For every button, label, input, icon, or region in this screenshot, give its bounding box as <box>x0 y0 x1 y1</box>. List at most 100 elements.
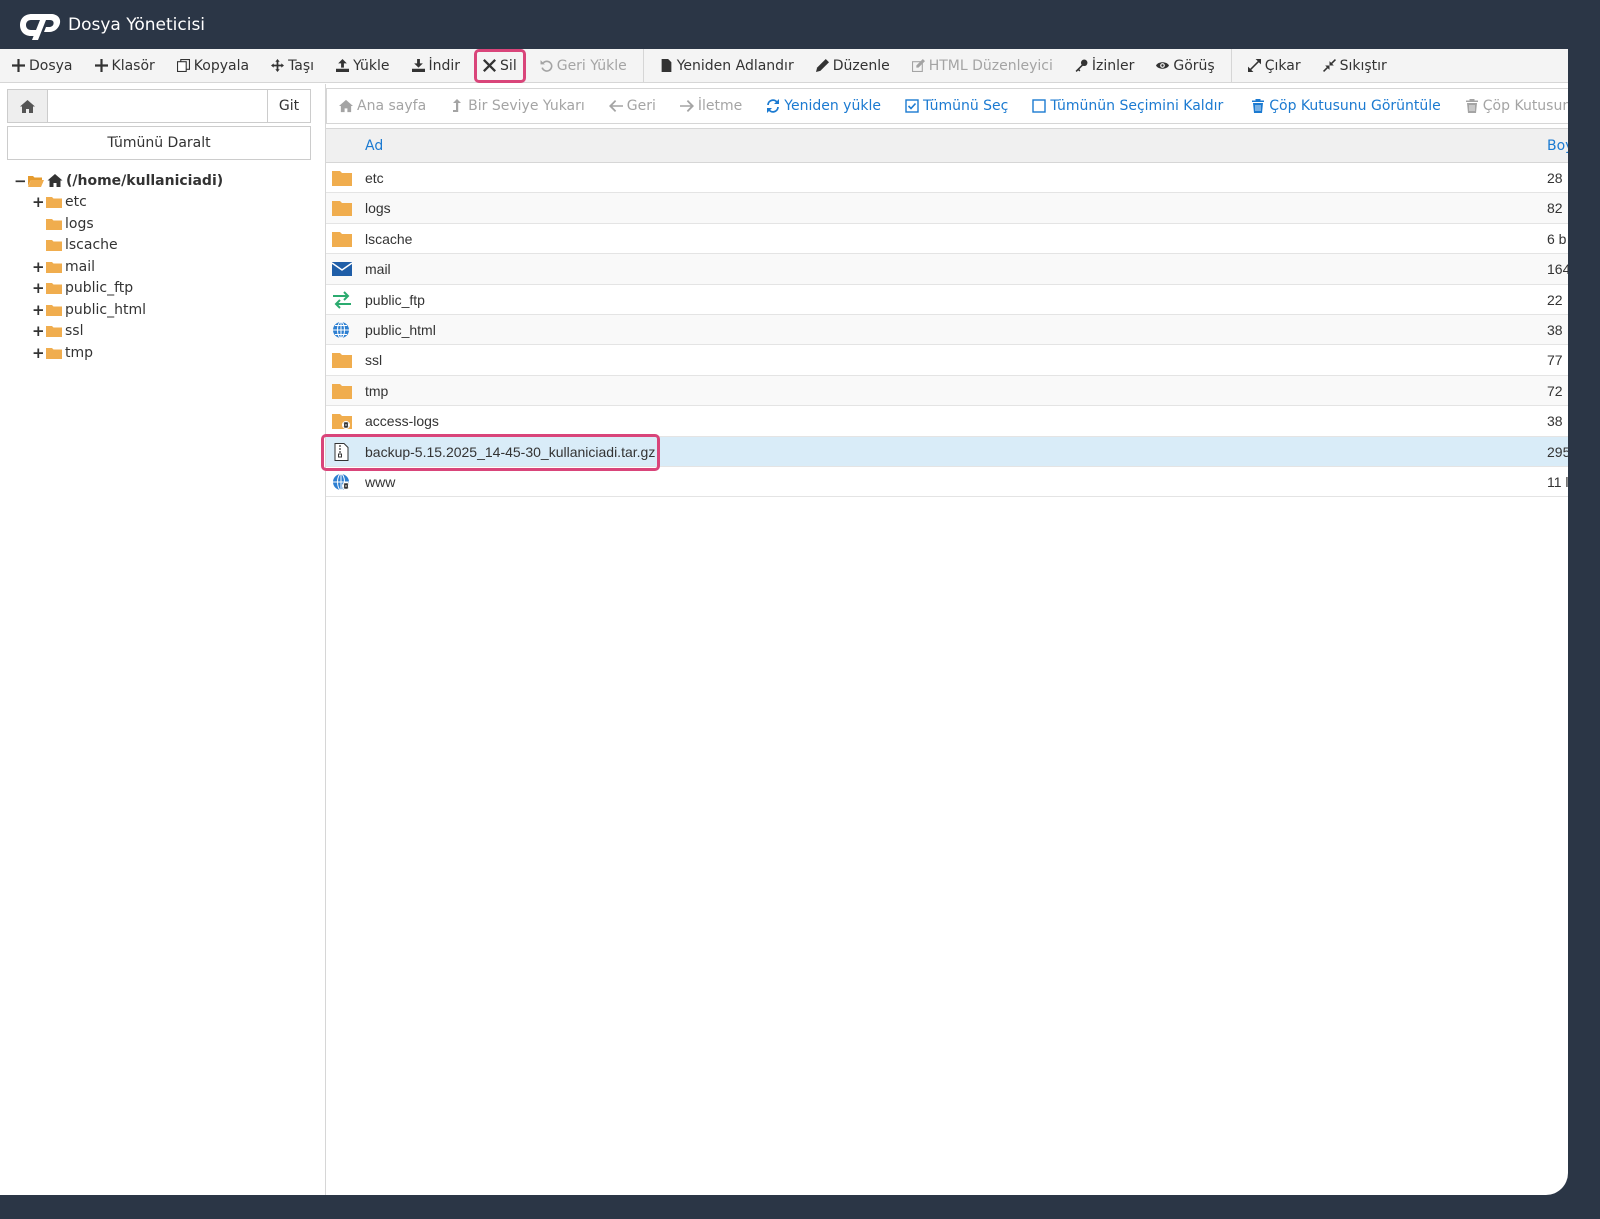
table-row[interactable]: access-logs 38 <box>326 406 1568 437</box>
extract-button[interactable]: Çıkar <box>1240 52 1309 80</box>
new-file-button[interactable]: Dosya <box>4 52 81 80</box>
transfer-icon <box>333 290 351 309</box>
table-row[interactable]: tmp 72 <box>326 375 1568 407</box>
view-button[interactable]: Görüş <box>1148 52 1222 80</box>
globe-icon <box>333 321 349 339</box>
tree-item-etc[interactable]: + etc <box>32 192 314 214</box>
home-icon <box>339 99 353 113</box>
nav-reload-button[interactable]: Yeniden yükle <box>766 98 881 114</box>
expand-toggle-icon[interactable]: + <box>32 322 45 340</box>
expand-toggle-icon[interactable]: + <box>32 193 45 211</box>
file-name: lscache <box>365 230 413 247</box>
tree-item-logs[interactable]: logs <box>32 213 314 235</box>
upload-icon <box>336 59 350 72</box>
new-folder-button[interactable]: Klasör <box>87 52 163 80</box>
upload-button[interactable]: Yükle <box>328 52 397 80</box>
sidebar: Git Tümünü Daralt − (/home/kullaniciadi)… <box>0 84 326 1195</box>
collapse-toggle-icon[interactable]: − <box>14 172 27 190</box>
trash-icon <box>1252 99 1265 113</box>
table-row[interactable]: public_ftp 22 <box>326 285 1568 315</box>
tree-item-lscache[interactable]: lscache <box>32 235 314 257</box>
table-row[interactable]: www 11 l <box>326 467 1568 498</box>
file-name: ssl <box>365 352 383 369</box>
nav-select-all-button[interactable]: Tümünü Seç <box>905 98 1008 114</box>
compress-button[interactable]: Sıkıştır <box>1315 52 1395 80</box>
checkbox-empty-icon <box>1032 99 1047 113</box>
nav-view-trash-button[interactable]: Çöp Kutusunu Görüntüle <box>1251 98 1441 114</box>
home-icon <box>47 174 63 188</box>
go-button[interactable]: Git <box>267 90 310 122</box>
folder-icon <box>332 353 352 369</box>
expand-toggle-icon[interactable]: + <box>32 279 45 297</box>
app-title: Dosya Yöneticisi <box>68 14 206 35</box>
folder-icon <box>46 197 62 209</box>
home-dir-button[interactable] <box>8 90 48 122</box>
file-size: 77 <box>1547 352 1563 369</box>
column-header-size[interactable]: Boy <box>1547 138 1568 154</box>
toolbar: Dosya Klasör Kopyala Taşı Yükle İndir Si… <box>0 48 1568 83</box>
tree-item-ssl[interactable]: + ssl <box>32 321 314 343</box>
file-name: mail <box>365 261 391 278</box>
file-size: 6 b <box>1547 230 1567 247</box>
expand-toggle-icon[interactable]: + <box>32 344 45 362</box>
table-row[interactable]: ssl 77 <box>326 345 1568 376</box>
nav-forward-button[interactable]: İletme <box>679 98 742 114</box>
table-row[interactable]: mail 164 <box>326 254 1568 285</box>
plus-icon <box>94 59 108 72</box>
file-size: 38 <box>1547 413 1563 430</box>
folder-icon <box>46 326 62 338</box>
nav-home-button[interactable]: Ana sayfa <box>339 98 426 114</box>
folder-icon <box>332 231 352 247</box>
download-button[interactable]: İndir <box>404 52 469 80</box>
file-table: Ad Boy etc 28 logs 82 lscache 6 b mail 1… <box>321 128 1568 498</box>
table-row[interactable]: public_html 38 <box>326 314 1568 346</box>
path-bar: Git <box>7 89 311 123</box>
copy-icon <box>176 59 190 72</box>
file-name: tmp <box>365 382 389 399</box>
file-size: 28 <box>1547 170 1563 186</box>
file-name: access-logs <box>365 413 439 430</box>
tree-item-public-ftp[interactable]: + public_ftp <box>32 278 314 300</box>
folder-icon <box>46 283 62 295</box>
nav-deselect-all-button[interactable]: Tümünün Seçimini Kaldır <box>1032 98 1223 114</box>
nav-up-button[interactable]: Bir Seviye Yukarı <box>450 98 585 114</box>
table-row-selected[interactable]: backup-5.15.2025_14-45-30_kullaniciadi.t… <box>321 433 1568 471</box>
file-manager-window: Dosya Yöneticisi Dosya Klasör Kopyala Ta… <box>0 0 1568 1195</box>
table-row[interactable]: etc 28 <box>326 163 1568 194</box>
edit-button[interactable]: Düzenle <box>808 52 898 80</box>
file-name: logs <box>365 200 391 217</box>
path-input[interactable] <box>48 90 267 122</box>
expand-toggle-icon[interactable]: + <box>32 301 45 319</box>
tree-item-tmp[interactable]: + tmp <box>32 342 314 364</box>
tree-item-mail[interactable]: + mail <box>32 256 314 278</box>
folder-icon <box>46 240 62 252</box>
collapse-all-button[interactable]: Tümünü Daralt <box>7 126 311 160</box>
archive-file-icon <box>334 442 349 461</box>
file-name: public_html <box>365 321 436 338</box>
column-header-name[interactable]: Ad <box>365 138 383 154</box>
file-size: 11 l <box>1547 473 1568 490</box>
html-editor-button[interactable]: HTML Düzenleyici <box>904 52 1061 80</box>
move-icon <box>271 59 285 72</box>
home-icon <box>20 99 35 113</box>
navigation-bar: Ana sayfa Bir Seviye Yukarı Geri İletme … <box>326 88 1568 124</box>
copy-button[interactable]: Kopyala <box>169 52 257 80</box>
nav-back-button[interactable]: Geri <box>608 98 656 114</box>
delete-button[interactable]: Sil <box>474 48 526 83</box>
table-row[interactable]: lscache 6 b <box>326 224 1568 255</box>
tree-item-public-html[interactable]: + public_html <box>32 299 314 321</box>
toolbar-separator <box>1230 48 1232 83</box>
table-row[interactable]: logs 82 <box>326 193 1568 224</box>
permissions-button[interactable]: İzinler <box>1067 52 1143 80</box>
nav-empty-trash-button[interactable]: Çöp Kutusunu Boşalt <box>1465 98 1568 114</box>
tree-root[interactable]: − (/home/kullaniciadi) <box>14 170 314 192</box>
folder-icon <box>332 201 352 217</box>
move-button[interactable]: Taşı <box>263 52 322 80</box>
expand-toggle-icon[interactable]: + <box>32 258 45 276</box>
checkbox-checked-icon <box>905 99 919 113</box>
rename-button[interactable]: Yeniden Adlandır <box>652 52 802 80</box>
folder-tree: − (/home/kullaniciadi) + etc logs lscach… <box>14 170 314 364</box>
level-up-icon <box>453 99 462 112</box>
folder-icon <box>46 218 62 230</box>
restore-button[interactable]: Geri Yükle <box>532 52 635 80</box>
